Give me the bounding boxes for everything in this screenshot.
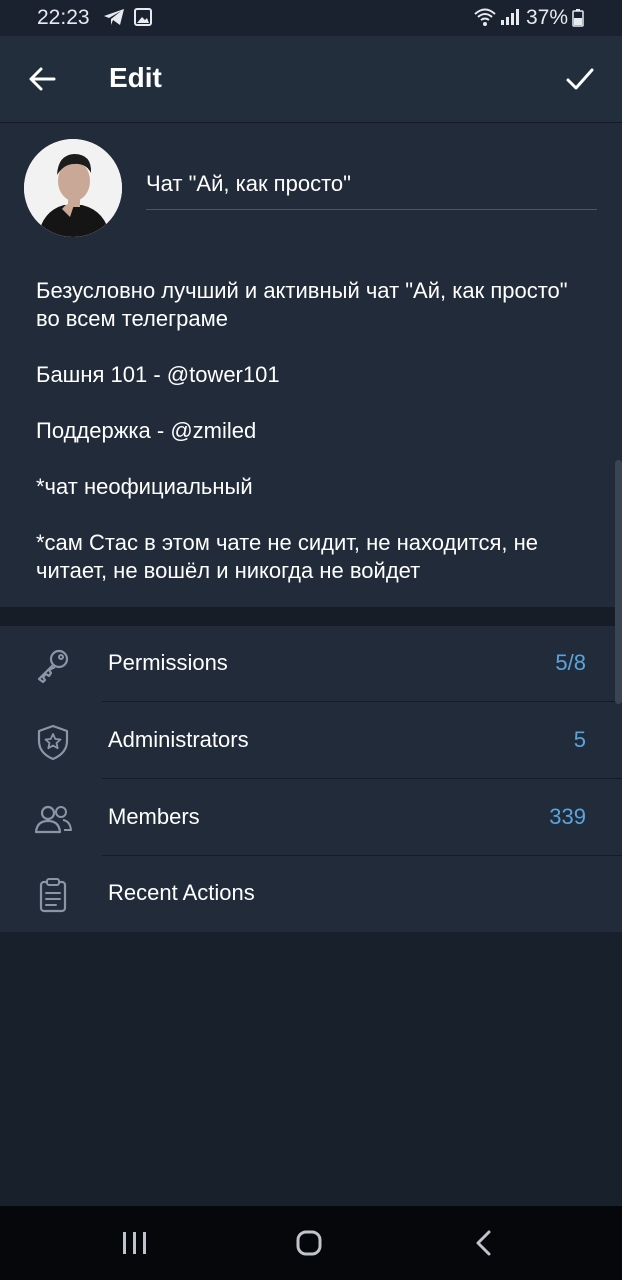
people-icon [34,805,72,834]
menu-item-recent-actions[interactable]: Recent Actions [0,856,622,932]
system-nav-bar [0,1206,622,1280]
battery-icon [572,9,584,27]
menu-item-permissions[interactable]: Permissions 5/8 [0,626,622,702]
description-line: Башня 101 - @tower101 [36,362,280,387]
home-icon[interactable] [292,1228,326,1258]
page-title: Edit [109,62,162,93]
description-line: Безусловно лучший и активный чат "Ай, ка… [36,278,568,331]
battery-percent: 37% [526,6,569,29]
app-bar: Edit [0,36,622,123]
settings-menu: Permissions 5/8 Administrators 5 Members… [0,626,622,932]
scrollbar[interactable] [615,460,622,704]
menu-item-label: Permissions [108,650,228,675]
avatar-image [24,139,122,237]
menu-item-administrators[interactable]: Administrators 5 [0,703,622,779]
chat-description-input[interactable]: Безусловно лучший и активный чат "Ай, ка… [36,277,596,585]
back-icon[interactable] [470,1228,498,1258]
name-input-underline [146,209,597,210]
menu-item-label: Members [108,804,200,829]
menu-item-members[interactable]: Members 339 [0,780,622,856]
shield-star-icon [37,724,69,761]
status-time: 22:23 [37,6,90,29]
menu-item-label: Administrators [108,727,249,752]
menu-item-value: 5/8 [555,650,586,675]
row-divider [102,701,622,702]
description-line: *чат неофициальный [36,474,253,499]
back-arrow-icon[interactable] [22,59,62,99]
signal-icon [501,9,519,25]
chat-avatar[interactable] [24,139,122,237]
clipboard-icon [39,878,67,913]
menu-item-label: Recent Actions [108,880,255,905]
checkmark-icon[interactable] [560,59,600,99]
image-icon [134,8,152,26]
description-line: *сам Стас в этом чате не сидит, не наход… [36,530,538,583]
wifi-icon [474,8,496,26]
telegram-icon [104,9,124,25]
description-line: Поддержка - @zmiled [36,418,257,443]
recent-apps-icon[interactable] [118,1230,152,1256]
menu-item-value: 339 [549,804,586,829]
chat-name-input[interactable]: Чат "Ай, как просто" [146,171,351,197]
section-divider [0,607,622,626]
profile-section: Чат "Ай, как просто" Безусловно лучший и… [0,123,622,607]
menu-item-value: 5 [573,727,586,752]
row-divider [102,778,622,779]
status-bar: 22:23 37% [0,0,622,36]
key-icon [37,649,69,684]
